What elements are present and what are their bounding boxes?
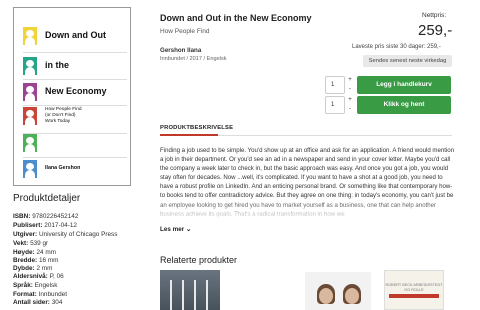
detail-row-age-level: Aldersnivå: P, 06: [13, 273, 64, 280]
cover-subtitle: How People Find (or Don't Find) Work Tod…: [45, 107, 82, 124]
detail-row-depth: Dybde: 2 mm: [13, 265, 53, 272]
cover-row-4: How People Find (or Don't Find) Work Tod…: [23, 107, 127, 129]
cover-author: Ilana Gershon: [45, 165, 81, 171]
detail-row-page-count: Antall sider: 304: [13, 299, 63, 306]
click-and-collect-button[interactable]: Klikk og hent: [357, 96, 451, 114]
price-value: 259,-: [418, 22, 453, 39]
minus-icon[interactable]: -: [347, 105, 353, 114]
minus-icon[interactable]: -: [347, 85, 353, 94]
related-products-heading: Relaterte produkter: [160, 255, 238, 265]
tab-active-indicator: [160, 134, 218, 136]
read-more-link[interactable]: Les mer ⌄: [160, 226, 191, 233]
detail-row-published: Publisert: 2017-04-12: [13, 222, 77, 229]
person-icon: [23, 107, 37, 125]
related-product-3-image[interactable]: ROBERT BECK ARBEIDSSTEDT OG ROLLE: [384, 270, 444, 310]
description-fade: [160, 200, 455, 220]
add-to-cart-button[interactable]: Legg i handlekurv: [357, 76, 451, 94]
related-product-3-cover-text: ROBERT BECK ARBEIDSSTEDT OG ROLLE: [385, 283, 443, 292]
person-icon: [23, 27, 37, 45]
detail-row-format: Format: Innbundet: [13, 291, 68, 298]
person-icon: [23, 83, 37, 101]
quantity-stepper-cart[interactable]: + -: [347, 76, 353, 94]
product-details-heading: Produktdetaljer: [13, 193, 81, 204]
book-cover-image[interactable]: Down and Out in the New Economy How Peop…: [13, 7, 131, 186]
cover-row-2: in the: [23, 57, 127, 77]
related-product-2-image[interactable]: [305, 272, 371, 310]
price-label: Nettpris:: [422, 12, 447, 19]
person-icon: [23, 160, 37, 178]
tab-product-description[interactable]: PRODUKTBESKRIVELSE: [160, 125, 233, 131]
cover-title-line-3: New Economy: [45, 86, 107, 96]
product-title: Down and Out in the New Economy: [160, 13, 312, 23]
plus-icon[interactable]: +: [347, 76, 353, 85]
lowest-price-note: Laveste pris siste 30 dager: 259,-: [352, 44, 441, 50]
quantity-stepper-pickup[interactable]: + -: [347, 96, 353, 114]
product-format-line: Innbundet / 2017 / Engelsk: [160, 56, 227, 62]
detail-row-isbn: ISBN: 9780226452142: [13, 213, 79, 220]
cover-row-3: New Economy: [23, 83, 127, 103]
detail-row-weight: Vekt: 539 gr: [13, 240, 49, 247]
quantity-input-cart[interactable]: 1: [325, 76, 345, 94]
detail-row-width: Bredde: 16 mm: [13, 257, 59, 264]
cover-row-6: Ilana Gershon: [23, 160, 127, 180]
shipping-badge: Sendes senest neste virkedag: [363, 55, 452, 67]
related-product-1-image[interactable]: [160, 270, 220, 310]
plus-icon[interactable]: +: [347, 96, 353, 105]
chevron-down-icon: ⌄: [185, 226, 192, 233]
cover-row-5: [23, 134, 127, 154]
cover-title-line-2: in the: [45, 60, 69, 70]
person-icon: [23, 134, 37, 152]
detail-row-height: Høyde: 24 mm: [13, 249, 56, 256]
product-author-link[interactable]: Gershon Ilana: [160, 47, 201, 54]
cover-title-line-1: Down and Out: [45, 30, 106, 40]
detail-row-language: Språk: Engelsk: [13, 282, 58, 289]
person-icon: [23, 57, 37, 75]
quantity-input-pickup[interactable]: 1: [325, 96, 345, 114]
cover-row-1: Down and Out: [23, 27, 127, 47]
product-subtitle: How People Find: [160, 28, 210, 35]
detail-row-publisher: Utgiver: University of Chicago Press: [13, 231, 118, 238]
